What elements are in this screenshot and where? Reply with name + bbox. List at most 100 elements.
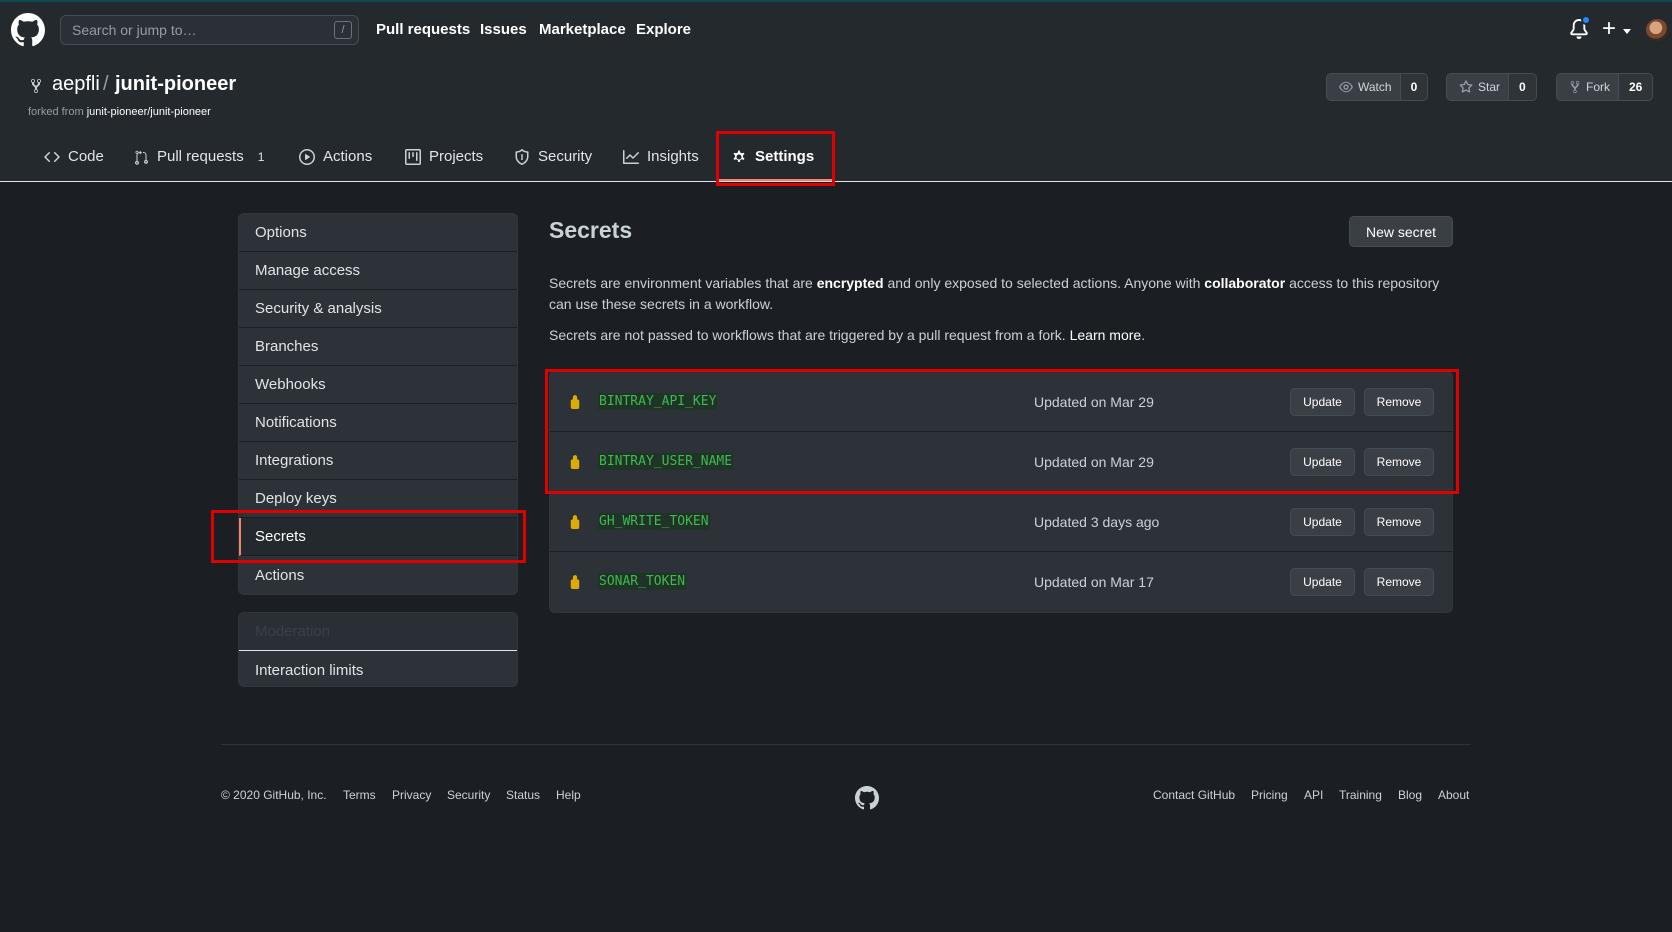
star-button[interactable]: Star 0 xyxy=(1446,73,1537,101)
update-secret-button[interactable]: Update xyxy=(1290,508,1355,536)
plus-icon[interactable]: + xyxy=(1602,17,1616,41)
secret-row: BINTRAY_API_KEY Updated on Mar 29 Update… xyxy=(550,372,1452,432)
code-icon xyxy=(44,151,60,162)
sidebar-item-branches[interactable]: Branches xyxy=(239,328,517,366)
tab-actions[interactable]: Actions xyxy=(299,148,372,165)
secret-row: BINTRAY_USER_NAME Updated on Mar 29 Upda… xyxy=(550,432,1452,492)
tab-settings[interactable]: Settings xyxy=(731,148,814,165)
secrets-list: BINTRAY_API_KEY Updated on Mar 29 Update… xyxy=(549,371,1453,613)
tab-security[interactable]: Security xyxy=(514,148,592,165)
learn-more-link[interactable]: Learn more xyxy=(1070,327,1142,343)
chevron-down-icon[interactable] xyxy=(1623,29,1631,34)
watch-button[interactable]: Watch 0 xyxy=(1326,73,1429,101)
tab-pull-requests[interactable]: Pull requests 1 xyxy=(133,148,264,165)
footer-link-pricing[interactable]: Pricing xyxy=(1251,788,1288,802)
nav-issues[interactable]: Issues xyxy=(480,21,527,38)
sidebar-item-deploy-keys[interactable]: Deploy keys xyxy=(239,480,517,518)
shield-icon xyxy=(515,148,529,165)
graph-icon xyxy=(623,149,639,164)
update-secret-button[interactable]: Update xyxy=(1290,388,1355,416)
new-secret-button[interactable]: New secret xyxy=(1349,216,1453,247)
secrets-description: Secrets are environment variables that a… xyxy=(549,273,1459,315)
secret-name: GH_WRITE_TOKEN xyxy=(598,513,710,530)
sidebar-item-interaction-limits[interactable]: Interaction limits xyxy=(239,651,517,686)
lock-icon xyxy=(570,575,580,589)
desc-collaborator: collaborator xyxy=(1204,275,1286,291)
repo-forked-icon xyxy=(29,78,43,94)
global-header: Search or jump to… / Pull requests Issue… xyxy=(0,0,1672,56)
footer-link-training[interactable]: Training xyxy=(1339,788,1382,802)
star-label: Star xyxy=(1478,80,1501,94)
play-icon xyxy=(299,148,315,165)
settings-sidebar: Options Manage access Security & analysi… xyxy=(238,213,518,595)
remove-secret-button[interactable]: Remove xyxy=(1364,388,1434,416)
tab-insights[interactable]: Insights xyxy=(623,148,699,165)
remove-secret-button[interactable]: Remove xyxy=(1364,448,1434,476)
project-icon xyxy=(405,148,421,165)
search-input[interactable]: Search or jump to… / xyxy=(60,15,359,45)
eye-icon xyxy=(1339,81,1353,93)
github-logo-icon[interactable] xyxy=(11,13,45,47)
nav-marketplace[interactable]: Marketplace xyxy=(539,21,626,38)
remove-secret-button[interactable]: Remove xyxy=(1364,568,1434,596)
repo-separator: / xyxy=(103,73,109,95)
secrets-fork-note: Secrets are not passed to workflows that… xyxy=(549,325,1459,346)
update-secret-button[interactable]: Update xyxy=(1290,448,1355,476)
repo-owner-link[interactable]: aepfli xyxy=(52,73,100,96)
sidebar-item-security-analysis[interactable]: Security & analysis xyxy=(239,290,517,328)
footer-link-about[interactable]: About xyxy=(1438,788,1469,802)
footer-link-api[interactable]: API xyxy=(1304,788,1323,802)
nav-pull-requests[interactable]: Pull requests xyxy=(376,21,470,38)
sidebar-item-webhooks[interactable]: Webhooks xyxy=(239,366,517,404)
avatar[interactable] xyxy=(1646,19,1668,41)
desc-encrypted: encrypted xyxy=(816,275,884,291)
watch-count[interactable]: 0 xyxy=(1399,74,1428,100)
tab-code[interactable]: Code xyxy=(44,148,104,165)
update-secret-button[interactable]: Update xyxy=(1290,568,1355,596)
tab-security-label: Security xyxy=(538,148,593,165)
footer-link-help[interactable]: Help xyxy=(556,788,581,802)
tab-code-label: Code xyxy=(68,148,104,165)
nav-explore[interactable]: Explore xyxy=(636,21,691,38)
forked-from: forked from junit-pioneer/junit-pioneer xyxy=(28,106,211,118)
secret-name: BINTRAY_API_KEY xyxy=(598,393,718,410)
lock-icon xyxy=(570,395,580,409)
footer-link-privacy[interactable]: Privacy xyxy=(392,788,431,802)
sidebar-item-manage-access[interactable]: Manage access xyxy=(239,252,517,290)
tab-selected-indicator xyxy=(716,179,834,181)
fork-count[interactable]: 26 xyxy=(1618,74,1653,100)
tab-actions-label: Actions xyxy=(323,148,373,165)
footer-link-terms[interactable]: Terms xyxy=(343,788,376,802)
footer-link-contact[interactable]: Contact GitHub xyxy=(1153,788,1235,802)
sidebar-item-secrets[interactable]: Secrets xyxy=(239,518,517,556)
sidebar-item-integrations[interactable]: Integrations xyxy=(239,442,517,480)
fork-note-period: . xyxy=(1141,327,1146,343)
github-mark-icon[interactable] xyxy=(855,786,879,810)
lock-icon xyxy=(570,455,580,469)
footer-link-status[interactable]: Status xyxy=(506,788,540,802)
tab-settings-label: Settings xyxy=(755,148,815,165)
sidebar-item-actions[interactable]: Actions xyxy=(239,556,517,594)
secret-updated: Updated on Mar 17 xyxy=(1034,574,1154,590)
remove-secret-button[interactable]: Remove xyxy=(1364,508,1434,536)
repo-forked-icon xyxy=(1570,80,1580,94)
tab-projects[interactable]: Projects xyxy=(405,148,483,165)
tab-projects-label: Projects xyxy=(429,148,484,165)
sidebar-item-options[interactable]: Options xyxy=(239,214,517,252)
secret-row: GH_WRITE_TOKEN Updated 3 days ago Update… xyxy=(550,492,1452,552)
gear-icon xyxy=(733,149,745,162)
sidebar-item-notifications[interactable]: Notifications xyxy=(239,404,517,442)
star-count[interactable]: 0 xyxy=(1508,74,1536,100)
footer-copyright: © 2020 GitHub, Inc. xyxy=(221,788,327,802)
fork-button[interactable]: Fork 26 xyxy=(1556,73,1654,101)
footer-link-security[interactable]: Security xyxy=(447,788,490,802)
secret-name: SONAR_TOKEN xyxy=(598,573,687,590)
slash-shortcut-icon: / xyxy=(334,21,352,39)
repo-name-link[interactable]: junit-pioneer xyxy=(115,73,236,96)
tab-pull-requests-count: 1 xyxy=(257,149,265,164)
footer-link-blog[interactable]: Blog xyxy=(1398,788,1422,802)
secret-name: BINTRAY_USER_NAME xyxy=(598,453,734,470)
forked-source-link[interactable]: junit-pioneer/junit-pioneer xyxy=(87,106,211,118)
git-pull-request-icon xyxy=(135,150,148,165)
desc-text-2: and only exposed to selected actions. An… xyxy=(883,275,1205,291)
